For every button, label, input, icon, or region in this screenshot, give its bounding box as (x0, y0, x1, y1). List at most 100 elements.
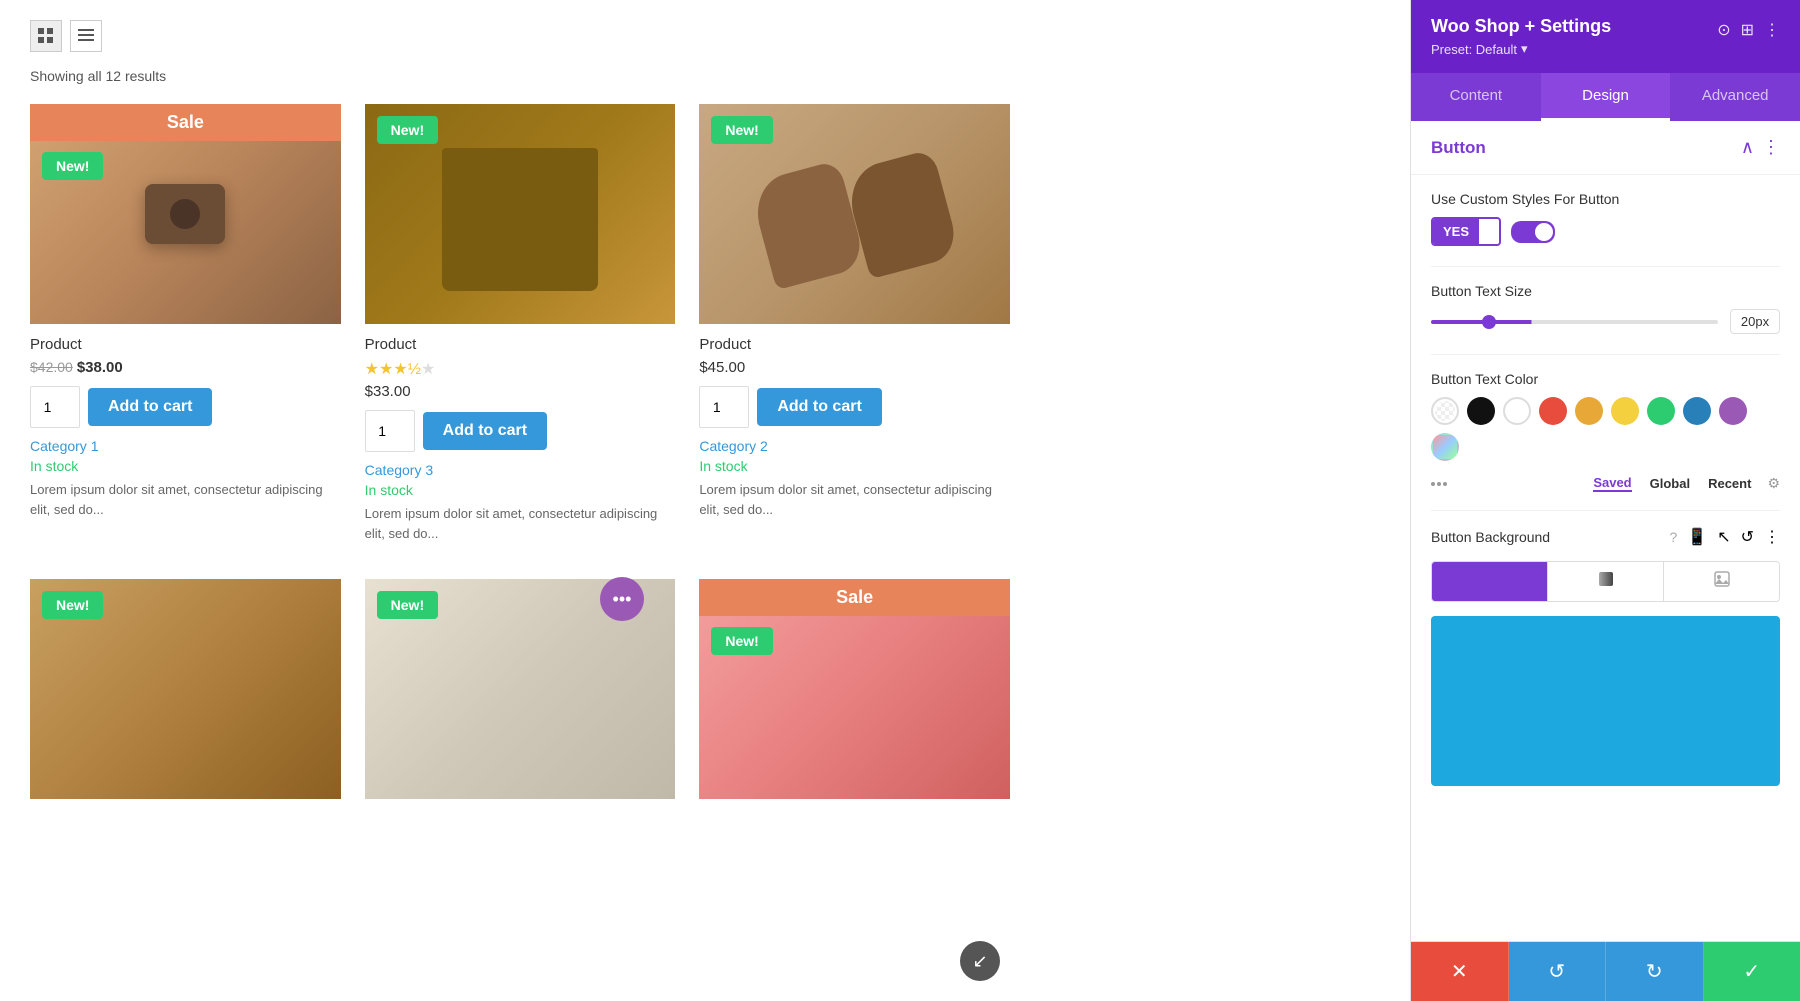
new-badge: New! (42, 591, 103, 619)
separator (1431, 354, 1780, 355)
columns-icon[interactable]: ⊞ (1741, 20, 1754, 40)
bg-type-color[interactable] (1432, 562, 1548, 601)
three-dots-overlay-button[interactable]: ••• (600, 577, 644, 621)
product-price: $33.00 (365, 383, 676, 400)
custom-styles-label: Use Custom Styles For Button (1431, 191, 1780, 207)
reset-icon[interactable]: ↺ (1741, 527, 1754, 547)
bg-section-row: Button Background ? 📱 ↖ ↺ ⋮ (1431, 527, 1780, 547)
color-transparent[interactable] (1431, 397, 1459, 425)
color-tab-recent[interactable]: Recent (1708, 476, 1751, 491)
color-orange[interactable] (1575, 397, 1603, 425)
add-to-cart-button[interactable]: Add to cart (88, 388, 212, 426)
panel-tabs: Content Design Advanced (1411, 73, 1800, 121)
tab-content[interactable]: Content (1411, 73, 1541, 121)
product-info: Product ★★★½★ $33.00 Add to cart Categor… (365, 324, 676, 555)
bg-type-image[interactable] (1664, 562, 1779, 601)
navigate-arrow[interactable]: ↙ (960, 941, 1000, 981)
product-rating: ★★★½★ (365, 359, 676, 379)
quantity-input[interactable] (365, 410, 415, 452)
color-tabs-row: Saved Global Recent ⚙ (1431, 471, 1780, 496)
cancel-button[interactable]: ✕ (1411, 942, 1509, 1001)
help-icon[interactable]: ? (1669, 529, 1677, 545)
panel-body: Button ∧ ⋮ Use Custom Styles For Button … (1411, 121, 1800, 941)
settings-panel: Woo Shop + Settings Preset: Default ▾ ⊙ … (1410, 0, 1800, 1001)
product-info: Product $42.00$38.00 Add to cart Categor… (30, 324, 341, 531)
mobile-icon[interactable]: 📱 (1687, 527, 1707, 547)
sale-banner: Sale (699, 579, 1010, 616)
quantity-input[interactable] (30, 386, 80, 428)
color-tab-global[interactable]: Global (1650, 476, 1690, 491)
stock-status: In stock (30, 458, 341, 474)
product-image: Sale New! (30, 104, 341, 324)
color-red[interactable] (1539, 397, 1567, 425)
add-to-cart-row: Add to cart (365, 410, 676, 452)
product-price: $45.00 (699, 359, 1010, 376)
product-image: New! (699, 104, 1010, 324)
color-settings-icon[interactable]: ⚙ (1767, 475, 1780, 492)
toggle-no (1479, 227, 1499, 237)
color-blue[interactable] (1683, 397, 1711, 425)
section-title: Button (1431, 138, 1486, 158)
toggle-container: YES (1431, 217, 1780, 246)
more-icon[interactable]: ⋮ (1764, 527, 1780, 547)
category-link[interactable]: Category 3 (365, 462, 676, 478)
color-tab-saved[interactable]: Saved (1593, 475, 1631, 492)
redo-button[interactable]: ↻ (1606, 942, 1704, 1001)
bg-type-tabs (1431, 561, 1780, 602)
products-grid: Sale New! Product $42.00$38.00 Add to ca… (30, 104, 1010, 799)
panel-preset[interactable]: Preset: Default ▾ (1431, 41, 1611, 57)
tab-design[interactable]: Design (1541, 73, 1671, 121)
grid-view-toggle[interactable] (30, 20, 62, 52)
product-image: New! (30, 579, 341, 799)
color-black[interactable] (1467, 397, 1495, 425)
new-badge: New! (711, 116, 772, 144)
confirm-button[interactable]: ✓ (1704, 942, 1800, 1001)
cursor-icon[interactable]: ↖ (1717, 527, 1730, 547)
collapse-icon[interactable]: ∧ (1741, 137, 1754, 158)
new-badge: New! (377, 116, 438, 144)
product-card: New! Product $45.00 Add to cart Category… (699, 104, 1010, 555)
add-to-cart-button[interactable]: Add to cart (423, 412, 547, 450)
product-card: New! (30, 579, 341, 799)
product-description: Lorem ipsum dolor sit amet, consectetur … (30, 480, 341, 519)
color-custom-edit[interactable] (1431, 433, 1459, 461)
product-info: Product $45.00 Add to cart Category 2 In… (699, 324, 1010, 531)
showing-count: Showing all 12 results (30, 68, 1380, 84)
product-price: $42.00$38.00 (30, 359, 341, 376)
toggle-yes-no[interactable]: YES (1431, 217, 1501, 246)
target-icon[interactable]: ⊙ (1717, 20, 1730, 40)
add-to-cart-button[interactable]: Add to cart (757, 388, 881, 426)
panel-title: Woo Shop + Settings (1431, 16, 1611, 37)
category-link[interactable]: Category 1 (30, 438, 341, 454)
section-more-icon[interactable]: ⋮ (1762, 137, 1780, 158)
separator (1431, 510, 1780, 511)
sale-banner: Sale (30, 104, 341, 141)
text-size-value[interactable]: 20px (1730, 309, 1780, 334)
section-body: Use Custom Styles For Button YES Button … (1411, 175, 1800, 812)
text-size-slider[interactable] (1431, 320, 1718, 324)
quantity-input[interactable] (699, 386, 749, 428)
undo-button[interactable]: ↺ (1509, 942, 1607, 1001)
more-options-icon[interactable]: ⋮ (1764, 20, 1780, 40)
color-green[interactable] (1647, 397, 1675, 425)
section-header-actions: ∧ ⋮ (1741, 137, 1780, 158)
color-more-dots[interactable] (1431, 482, 1447, 486)
product-image: Sale New! (699, 579, 1010, 799)
view-toggles (30, 20, 1380, 52)
text-size-label: Button Text Size (1431, 283, 1780, 299)
bg-type-gradient[interactable] (1548, 562, 1664, 601)
category-link[interactable]: Category 2 (699, 438, 1010, 454)
bg-color-preview[interactable] (1431, 616, 1780, 786)
stock-status: In stock (365, 482, 676, 498)
color-purple[interactable] (1719, 397, 1747, 425)
toggle-knob (1535, 223, 1553, 241)
list-view-toggle[interactable] (70, 20, 102, 52)
product-name: Product (30, 336, 341, 353)
tab-advanced[interactable]: Advanced (1670, 73, 1800, 121)
color-picker-row (1431, 397, 1780, 461)
panel-footer: ✕ ↺ ↻ ✓ (1411, 941, 1800, 1001)
panel-header: Woo Shop + Settings Preset: Default ▾ ⊙ … (1411, 0, 1800, 73)
color-white[interactable] (1503, 397, 1531, 425)
color-yellow[interactable] (1611, 397, 1639, 425)
toggle-slider[interactable] (1511, 221, 1555, 243)
